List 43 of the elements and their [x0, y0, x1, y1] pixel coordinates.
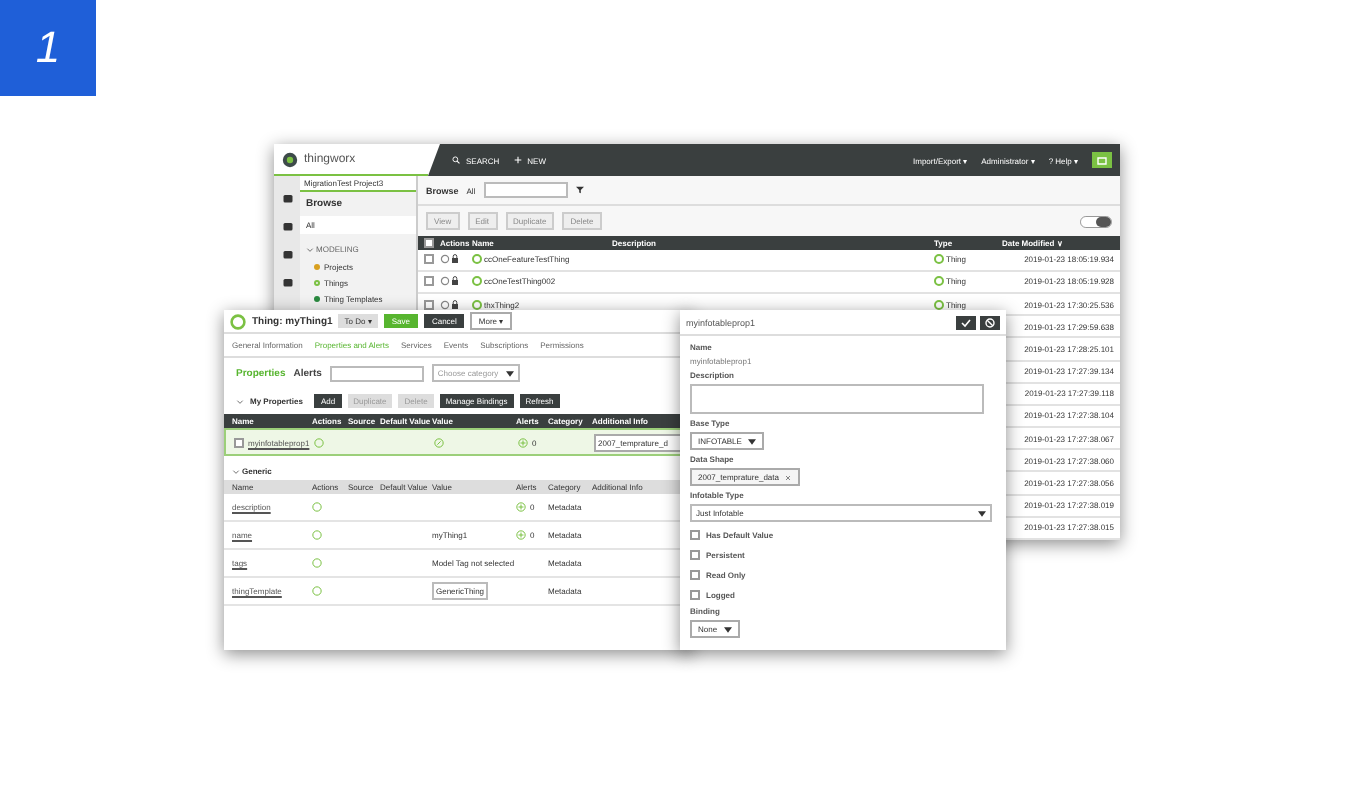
checkbox[interactable] — [690, 549, 700, 559]
checkbox[interactable] — [424, 237, 434, 248]
checkbox[interactable] — [690, 589, 700, 599]
chevron-icon — [232, 467, 240, 475]
cancel-icon[interactable] — [980, 315, 1000, 329]
checkbox[interactable] — [234, 437, 244, 447]
caret-icon — [723, 625, 732, 633]
search-field[interactable] — [483, 182, 568, 198]
checkbox[interactable] — [424, 276, 434, 287]
add-alert-icon[interactable] — [516, 530, 526, 540]
plus-icon — [513, 156, 522, 164]
step-badge: 1 — [0, 0, 96, 96]
nav-icon[interactable] — [281, 192, 293, 204]
view-switch-icon[interactable] — [1080, 215, 1112, 227]
checkbox[interactable] — [690, 569, 700, 579]
actions-icon[interactable] — [440, 299, 460, 310]
edit-icon[interactable] — [434, 437, 444, 447]
chevron-icon — [236, 397, 244, 405]
actions-icon[interactable] — [440, 276, 460, 287]
item-icon — [314, 279, 320, 285]
chevron-icon — [306, 245, 314, 253]
add-alert-icon[interactable] — [516, 502, 526, 512]
logo-icon — [282, 151, 298, 167]
checkbox[interactable] — [424, 299, 434, 310]
check-icon[interactable] — [956, 315, 976, 329]
item-icon — [314, 295, 320, 301]
caret-icon — [747, 437, 756, 445]
nav-icon[interactable] — [281, 220, 293, 232]
nav-icon[interactable] — [281, 276, 293, 288]
actions-icon[interactable] — [440, 254, 460, 265]
description-field[interactable] — [690, 384, 984, 414]
nav-icon[interactable] — [281, 248, 293, 260]
export-icon[interactable] — [1092, 152, 1112, 168]
checkbox[interactable] — [424, 254, 434, 265]
add-alert-icon[interactable] — [518, 437, 528, 447]
filter-icon[interactable] — [575, 186, 584, 194]
item-icon — [314, 263, 320, 269]
thing-icon — [230, 313, 246, 329]
search-icon — [452, 156, 460, 164]
close-icon[interactable] — [784, 473, 793, 481]
checkbox[interactable] — [690, 529, 700, 539]
search-field[interactable] — [329, 365, 424, 381]
caret-icon — [506, 369, 515, 377]
